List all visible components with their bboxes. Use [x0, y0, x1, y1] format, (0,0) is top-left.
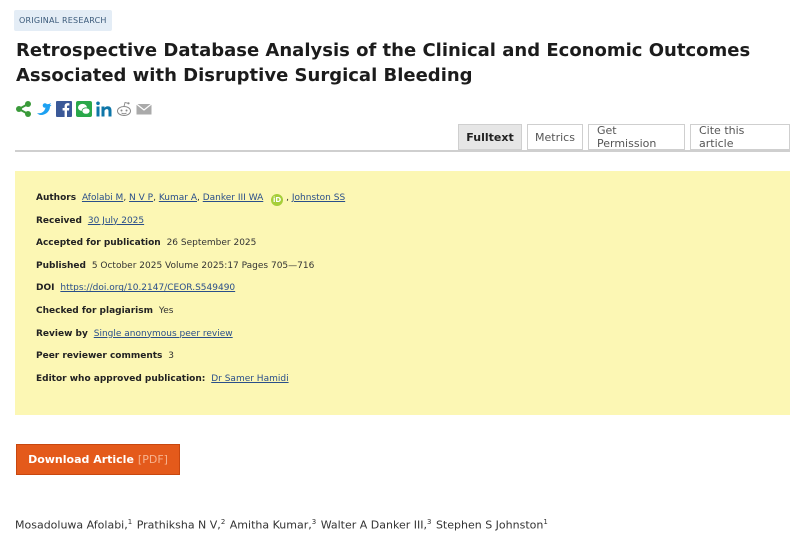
author-name: Mosadoluwa Afolabi, — [15, 518, 128, 532]
editor-row: Editor who approved publication: Dr Same… — [36, 372, 769, 395]
wechat-icon[interactable] — [75, 100, 93, 118]
received-date[interactable]: 30 July 2025 — [88, 216, 144, 226]
review-row: Review by Single anonymous peer review — [36, 327, 769, 350]
comments-row: Peer reviewer comments 3 — [36, 349, 769, 372]
affiliation-number: 3 — [426, 518, 432, 526]
email-icon[interactable] — [135, 100, 153, 118]
accepted-date: 26 September 2025 — [166, 238, 257, 249]
author-link[interactable]: Kumar A — [159, 193, 197, 203]
tab-metrics[interactable]: Metrics — [527, 124, 583, 150]
author-list: Mosadoluwa Afolabi,1 Prathiksha N V,2 Am… — [15, 518, 549, 532]
comments-label: Peer reviewer comments — [36, 351, 163, 362]
affiliation-number: 1 — [127, 518, 133, 526]
authors-row: Authors Afolabi M, N V P, Kumar A, Danke… — [36, 193, 346, 206]
orcid-icon[interactable]: iD — [271, 194, 284, 206]
article-metadata-box: Authors Afolabi M, N V P, Kumar A, Danke… — [15, 171, 790, 415]
review-link[interactable]: Single anonymous peer review — [94, 329, 233, 339]
author-name: Walter A Danker III, — [320, 518, 427, 532]
published-info: 5 October 2025 Volume 2025:17 Pages 705—… — [91, 260, 315, 271]
editor-link[interactable]: Dr Samer Hamidi — [211, 374, 288, 384]
linkedin-icon[interactable] — [95, 100, 113, 118]
author-link[interactable]: Afolabi M — [82, 193, 123, 203]
doi-link[interactable]: https://doi.org/10.2147/CEOR.S549490 — [60, 283, 235, 293]
tab-get-permission[interactable]: Get Permission — [588, 124, 685, 150]
twitter-icon[interactable] — [35, 100, 53, 118]
tab-divider — [15, 150, 790, 152]
received-row: Received 30 July 2025 — [36, 214, 769, 237]
affiliation-number: 1 — [543, 518, 548, 526]
facebook-icon[interactable] — [55, 100, 73, 118]
published-row: Published 5 October 2025 Volume 2025:17 … — [36, 259, 769, 282]
share-bar — [15, 100, 153, 118]
article-title: Retrospective Database Analysis of the C… — [16, 40, 751, 86]
reddit-icon[interactable] — [115, 100, 133, 118]
affiliation-number: 2 — [220, 518, 226, 526]
published-label: Published — [36, 260, 86, 271]
download-format: [PDF] — [137, 453, 168, 466]
editor-label: Editor who approved publication: — [36, 373, 206, 384]
author-link[interactable]: N V P — [129, 193, 153, 203]
doi-row: DOI https://doi.org/10.2147/CEOR.S549490 — [36, 281, 769, 304]
affiliation-number: 3 — [311, 518, 317, 526]
doi-label: DOI — [36, 283, 55, 294]
author-link[interactable]: Johnston SS — [292, 193, 345, 203]
author-name: Stephen S Johnston — [435, 518, 544, 532]
download-article-button[interactable]: Download Article [PDF] — [16, 444, 180, 475]
accepted-row: Accepted for publication 26 September 20… — [36, 236, 769, 259]
plagiarism-label: Checked for plagiarism — [36, 305, 154, 316]
authors-label: Authors — [36, 193, 77, 203]
plagiarism-row: Checked for plagiarism Yes — [36, 304, 769, 327]
plagiarism-value: Yes — [158, 305, 174, 316]
accepted-label: Accepted for publication — [36, 238, 161, 249]
download-label: Download Article — [28, 453, 134, 466]
author-name: Amitha Kumar, — [229, 518, 312, 532]
comments-count: 3 — [168, 351, 175, 362]
share-icon[interactable] — [15, 100, 33, 118]
tab-fulltext[interactable]: Fulltext — [458, 124, 522, 150]
author-link[interactable]: Danker III WA — [203, 193, 264, 203]
received-label: Received — [36, 215, 82, 226]
article-type-badge: ORIGINAL RESEARCH — [14, 10, 112, 31]
review-label: Review by — [36, 328, 88, 339]
author-name: Prathiksha N V, — [136, 518, 221, 532]
tab-cite-this-article[interactable]: Cite this article — [690, 124, 790, 150]
article-tabs: Fulltext Metrics Get Permission Cite thi… — [458, 124, 790, 150]
